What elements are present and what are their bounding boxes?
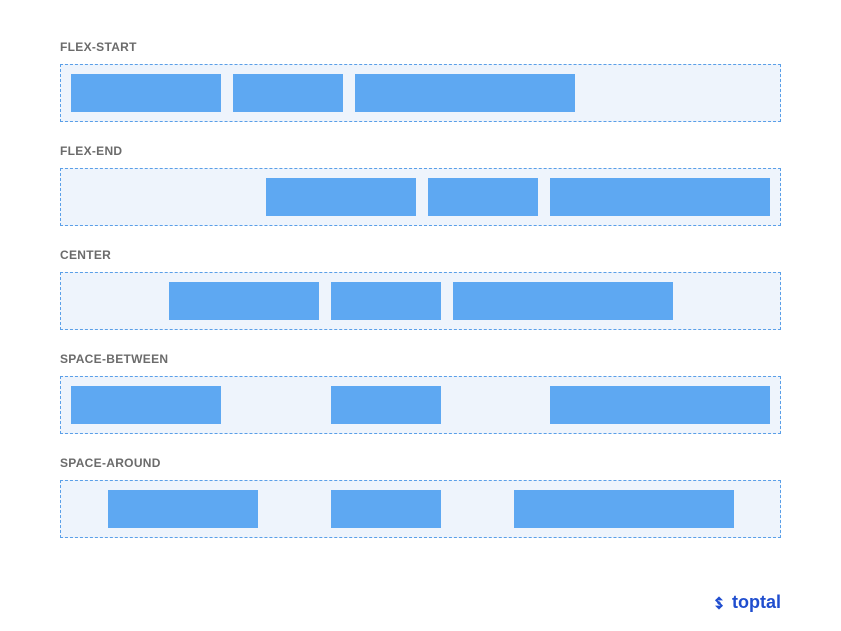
flex-box xyxy=(71,74,221,112)
space-between-label: SPACE-BETWEEN xyxy=(60,352,781,366)
flex-end-container xyxy=(60,168,781,226)
center-container xyxy=(60,272,781,330)
flex-box xyxy=(550,178,770,216)
flex-box xyxy=(169,282,319,320)
flex-box xyxy=(108,490,258,528)
flex-start-label: FLEX-START xyxy=(60,40,781,54)
flex-box xyxy=(331,386,441,424)
brand-icon xyxy=(711,595,727,611)
flex-box xyxy=(71,386,221,424)
flex-start-section: FLEX-START xyxy=(60,40,781,122)
flex-box xyxy=(355,74,575,112)
flex-start-container xyxy=(60,64,781,122)
center-label: CENTER xyxy=(60,248,781,262)
flex-box xyxy=(266,178,416,216)
space-between-section: SPACE-BETWEEN xyxy=(60,352,781,434)
space-around-label: SPACE-AROUND xyxy=(60,456,781,470)
flex-end-section: FLEX-END xyxy=(60,144,781,226)
flex-box xyxy=(550,386,770,424)
center-section: CENTER xyxy=(60,248,781,330)
space-around-section: SPACE-AROUND xyxy=(60,456,781,538)
space-between-container xyxy=(60,376,781,434)
flex-box xyxy=(453,282,673,320)
flex-end-label: FLEX-END xyxy=(60,144,781,158)
brand-name: toptal xyxy=(732,592,781,613)
flex-box xyxy=(233,74,343,112)
brand-logo: toptal xyxy=(711,592,781,613)
flex-box xyxy=(331,282,441,320)
space-around-container xyxy=(60,480,781,538)
flex-box xyxy=(514,490,734,528)
flex-box xyxy=(428,178,538,216)
flex-box xyxy=(331,490,441,528)
